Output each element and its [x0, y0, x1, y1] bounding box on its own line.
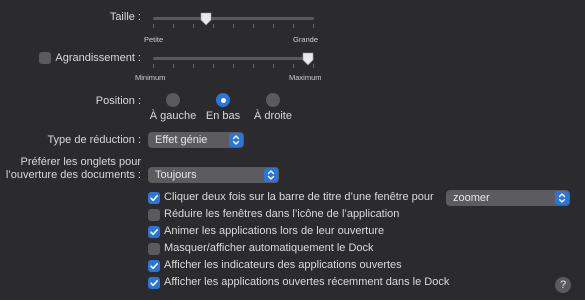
position-label: Position :: [95, 95, 141, 107]
size-label: Taille :: [109, 11, 141, 23]
help-button[interactable]: ?: [555, 277, 571, 293]
autohide-dock-checkbox[interactable]: [148, 243, 160, 255]
prefer-tabs-value: Toujours: [155, 169, 197, 181]
chevron-updown-icon: [229, 133, 243, 147]
size-slider-track[interactable]: [153, 17, 314, 20]
show-indicators-checkbox[interactable]: [148, 260, 160, 272]
size-slider-ticks: [153, 24, 314, 28]
chevron-updown-icon: [555, 191, 569, 205]
position-right-radio[interactable]: [266, 93, 280, 107]
position-bottom-label: En bas: [205, 110, 241, 122]
minimize-effect-value: Effet génie: [155, 134, 208, 146]
prefer-tabs-label-line1: Préférer les onglets pour: [20, 156, 141, 168]
minimize-into-icon-checkbox[interactable]: [148, 209, 160, 221]
position-left-radio[interactable]: [166, 93, 180, 107]
magnification-label: Agrandissement :: [55, 52, 141, 64]
magnification-min-label: Minimum: [135, 73, 166, 82]
minimize-effect-label: Type de réduction :: [47, 134, 141, 146]
double-click-action-popup[interactable]: zoomer: [446, 190, 570, 206]
position-left-label: À gauche: [149, 110, 197, 122]
position-right-label: À droite: [254, 110, 292, 122]
size-min-label: Petite: [144, 35, 164, 44]
animate-apps-label: Animer les applications lors de leur ouv…: [164, 225, 385, 237]
prefer-tabs-popup[interactable]: Toujours: [148, 167, 279, 183]
prefer-tabs-label-line2: l’ouverture des documents :: [5, 169, 141, 181]
show-recent-apps-checkbox[interactable]: [148, 277, 160, 289]
size-slider-thumb[interactable]: [200, 12, 212, 26]
magnification-max-label: Maximum: [289, 73, 322, 82]
chevron-updown-icon: [264, 168, 278, 182]
minimize-effect-popup[interactable]: Effet génie: [148, 132, 244, 148]
position-bottom-radio[interactable]: [216, 93, 230, 107]
minimize-into-icon-label: Réduire les fenêtres dans l’icône de l’a…: [164, 208, 400, 220]
magnification-slider-thumb[interactable]: [302, 52, 314, 66]
show-indicators-label: Afficher les indicateurs des application…: [164, 259, 402, 271]
autohide-dock-label: Masquer/afficher automatiquement le Dock: [164, 242, 374, 254]
double-click-label: Cliquer deux fois sur la barre de titre …: [164, 191, 434, 203]
magnification-slider-track[interactable]: [153, 57, 314, 60]
double-click-action-value: zoomer: [453, 192, 490, 204]
size-max-label: Grande: [293, 35, 319, 44]
show-recent-apps-label: Afficher les applications ouvertes récem…: [164, 276, 450, 288]
magnification-slider-ticks: [153, 64, 314, 68]
double-click-checkbox[interactable]: [148, 192, 160, 204]
animate-apps-checkbox[interactable]: [148, 226, 160, 238]
